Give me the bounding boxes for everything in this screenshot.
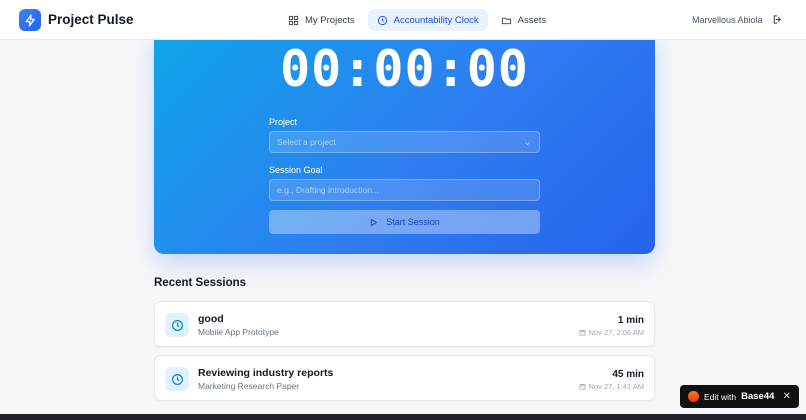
session-icon	[165, 313, 189, 337]
nav-my-projects[interactable]: My Projects	[279, 9, 364, 31]
timer-display: 00:00:00	[280, 40, 529, 98]
project-label: Project	[269, 117, 298, 127]
session-date: Nov 27, 1:41 AM	[579, 382, 644, 391]
edit-with-base44-badge[interactable]: Edit with Base44 ✕	[680, 385, 799, 408]
top-bar: Project Pulse My Projects Accountability…	[0, 0, 806, 40]
chevron-down-icon	[525, 142, 530, 146]
calendar-icon	[579, 383, 586, 390]
session-duration: 45 min	[612, 369, 644, 380]
logout-icon[interactable]	[772, 14, 783, 25]
badge-brand: Base44	[741, 391, 775, 402]
lightning-icon	[25, 13, 35, 27]
session-date-text: Nov 27, 2:06 AM	[588, 328, 644, 337]
app-logo[interactable]	[19, 9, 41, 31]
calendar-icon	[579, 329, 586, 336]
project-select[interactable]: Select a project	[269, 131, 540, 153]
session-card[interactable]: Reviewing industry reports Marketing Res…	[154, 355, 655, 401]
os-taskbar	[0, 414, 806, 420]
close-icon[interactable]: ✕	[783, 391, 791, 402]
goal-label: Session Goal	[269, 165, 323, 175]
goal-field	[269, 179, 540, 201]
timer-card: 00:00:00 Project Select a project Sessio…	[154, 30, 655, 254]
project-select-value: Select a project	[277, 137, 336, 147]
main-nav: My Projects Accountability Clock Assets	[279, 9, 555, 31]
play-icon	[371, 218, 378, 226]
session-icon	[165, 367, 189, 391]
clock-icon	[171, 373, 183, 385]
session-card[interactable]: good Mobile App Prototype 1 min Nov 27, …	[154, 301, 655, 347]
session-project: Marketing Research Paper	[198, 381, 300, 391]
session-title: Reviewing industry reports	[198, 367, 334, 379]
nav-assets[interactable]: Assets	[492, 9, 556, 31]
user-name[interactable]: Marvellous Abiola	[692, 15, 763, 25]
goal-input[interactable]	[277, 185, 532, 195]
badge-prefix: Edit with	[704, 391, 737, 402]
start-session-button[interactable]: Start Session	[269, 210, 540, 234]
app-title: Project Pulse	[48, 12, 134, 27]
recent-sessions-title: Recent Sessions	[154, 277, 247, 289]
session-title: good	[198, 313, 224, 325]
clock-icon	[171, 319, 183, 331]
clock-icon	[377, 15, 387, 25]
session-project: Mobile App Prototype	[198, 327, 279, 337]
folder-icon	[501, 17, 511, 24]
nav-label: My Projects	[305, 14, 355, 26]
session-date: Nov 27, 2:06 AM	[579, 328, 644, 337]
session-date-text: Nov 27, 1:41 AM	[588, 382, 644, 391]
nav-accountability-clock[interactable]: Accountability Clock	[367, 9, 488, 31]
nav-label: Accountability Clock	[393, 14, 479, 26]
start-session-label: Start Session	[386, 217, 440, 227]
session-duration: 1 min	[617, 315, 644, 326]
grid-icon	[288, 15, 299, 25]
base44-logo-icon	[688, 391, 699, 402]
nav-label: Assets	[517, 14, 547, 26]
